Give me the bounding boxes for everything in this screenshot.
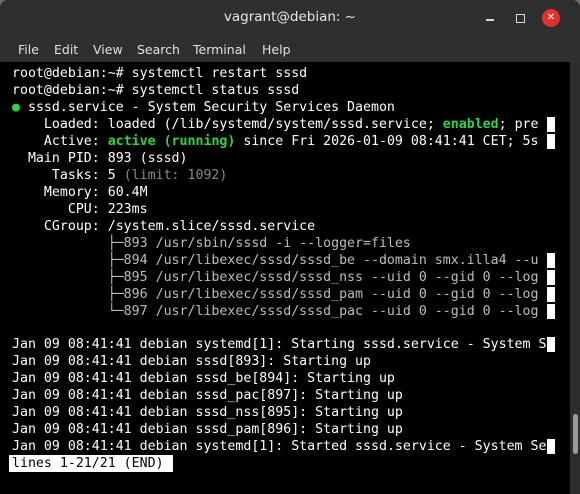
truncation-marker	[547, 270, 555, 285]
active-line: Active: active (running) since Fri 2026-…	[12, 133, 539, 150]
loaded-label: Loaded:	[12, 117, 108, 132]
truncation-marker	[547, 304, 555, 319]
cpu-line: CPU: 223ms	[12, 202, 148, 217]
cgroup-process: ├─895 /usr/libexec/sssd/sssd_nss --uid 0…	[12, 270, 539, 285]
truncation-marker	[547, 253, 555, 268]
log-line: Jan 09 08:41:41 debian systemd[1]: Start…	[12, 439, 547, 454]
cgroup-line: CGroup: /system.slice/sssd.service	[12, 219, 316, 234]
cgroup-process: └─897 /usr/libexec/sssd/sssd_pac --uid 0…	[12, 304, 539, 319]
menu-bar: File Edit View Search Terminal Help	[0, 36, 580, 62]
status-dot-icon: ●	[12, 100, 20, 115]
cgroup-process: ├─894 /usr/libexec/sssd/sssd_be --domain…	[12, 253, 539, 268]
log-line: Jan 09 08:41:41 debian sssd_pac[897]: St…	[12, 388, 403, 403]
log-line: Jan 09 08:41:41 debian sssd[893]: Starti…	[12, 354, 371, 369]
tasks-limit: (limit: 1092)	[123, 168, 228, 183]
command-restart: root@debian:~# systemctl restart sssd	[12, 66, 308, 81]
log-line: Jan 09 08:41:41 debian systemd[1]: Start…	[12, 337, 547, 352]
loaded-value: loaded (/lib/systemd/system/sssd.service…	[107, 117, 443, 132]
log-line: Jan 09 08:41:41 debian sssd_be[894]: Sta…	[12, 371, 395, 386]
terminal-output[interactable]: root@debian:~# systemctl restart sssd ro…	[0, 62, 570, 494]
mainpid-line: Main PID: 893 (sssd)	[12, 151, 188, 166]
service-description: sssd.service - System Security Services …	[19, 100, 395, 115]
truncation-marker	[547, 287, 555, 302]
close-button[interactable]: ✕	[542, 9, 560, 27]
truncation-marker	[547, 117, 555, 132]
cgroup-process: ├─893 /usr/sbin/sssd -i --logger=files	[12, 236, 411, 251]
scrollbar-thumb[interactable]	[573, 414, 578, 454]
loaded-tail: ; pre	[498, 117, 539, 132]
truncation-marker	[547, 439, 555, 454]
menu-file[interactable]: File	[18, 42, 39, 57]
active-state: active (running)	[107, 134, 236, 149]
truncation-marker	[547, 337, 555, 352]
tasks-line: Tasks: 5 (limit: 1092)	[12, 167, 228, 184]
active-label: Active:	[12, 134, 108, 149]
close-icon: ✕	[546, 12, 556, 23]
enabled-state: enabled	[442, 117, 499, 132]
service-line: ● sssd.service - System Security Service…	[12, 99, 395, 116]
menu-help[interactable]: Help	[262, 42, 291, 57]
menu-search[interactable]: Search	[137, 42, 180, 57]
title-bar[interactable]: vagrant@debian: ~ ✕	[0, 0, 580, 36]
command-status: root@debian:~# systemctl status sssd	[12, 83, 300, 98]
log-line: Jan 09 08:41:41 debian sssd_nss[895]: St…	[12, 405, 403, 420]
tasks-label: Tasks: 5	[12, 168, 124, 183]
minimize-button[interactable]	[481, 9, 499, 27]
log-line: Jan 09 08:41:41 debian sssd_pam[896]: St…	[12, 422, 403, 437]
menu-terminal[interactable]: Terminal	[193, 42, 246, 57]
maximize-button[interactable]	[511, 9, 529, 27]
pager-status: lines 1-21/21 (END)	[9, 455, 173, 472]
vertical-scrollbar[interactable]	[570, 62, 580, 494]
terminal-window: vagrant@debian: ~ ✕ File Edit View Searc…	[0, 0, 580, 494]
memory-line: Memory: 60.4M	[12, 185, 148, 200]
cgroup-process: ├─896 /usr/libexec/sssd/sssd_pam --uid 0…	[12, 287, 539, 302]
menu-edit[interactable]: Edit	[54, 42, 78, 57]
active-since: since Fri 2026-01-09 08:41:41 CET; 5s	[235, 134, 539, 149]
menu-view[interactable]: View	[93, 42, 123, 57]
truncation-marker	[547, 134, 555, 149]
loaded-line: Loaded: loaded (/lib/systemd/system/sssd…	[12, 116, 539, 133]
